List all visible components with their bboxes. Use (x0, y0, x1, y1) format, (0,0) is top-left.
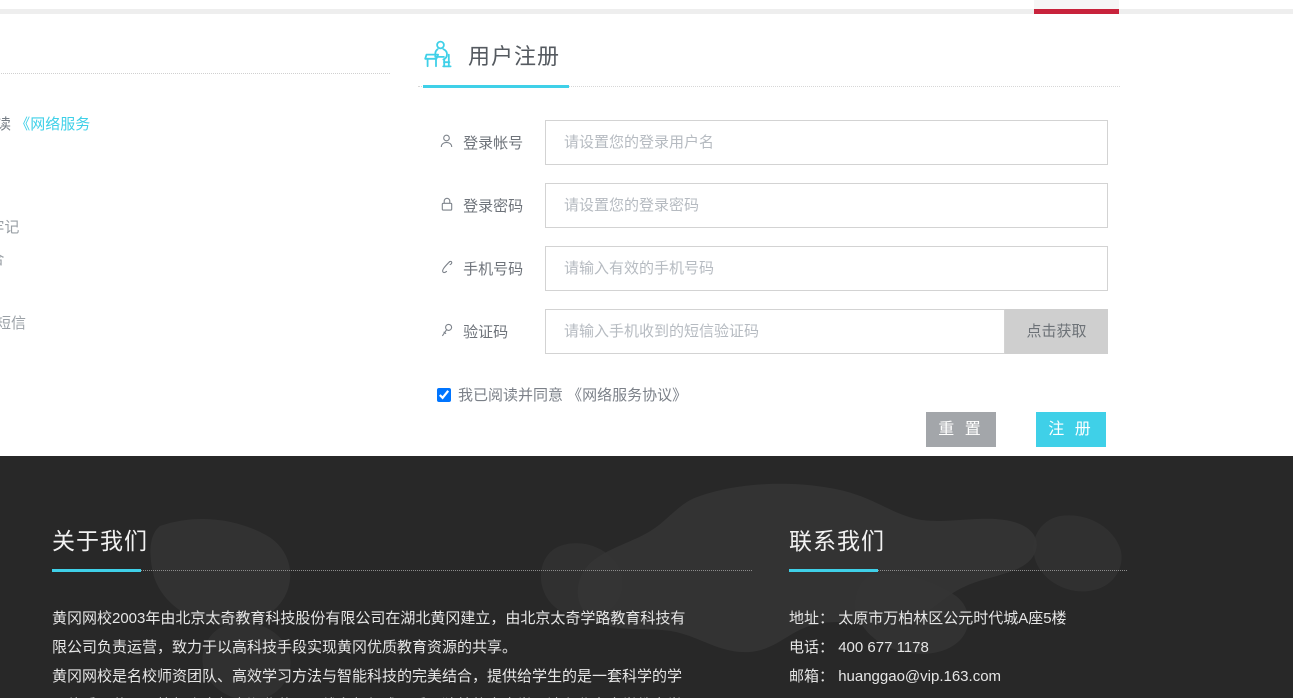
label-account-text: 登录帐号 (463, 135, 523, 152)
footer-about-title: 关于我们 (52, 522, 148, 556)
agreement-label[interactable]: 我已阅读并同意 《网络服务协议》 (458, 384, 687, 405)
instruction-password-note: 录密码，6 - 20位英文字母或数字组合 (0, 249, 4, 271)
label-password-text: 登录密码 (463, 198, 523, 215)
agreement-checkbox[interactable] (437, 388, 451, 402)
active-tab-block[interactable] (1034, 0, 1119, 9)
instructions-column: 按要求真实填写注册内容，并仔细阅读 《网络服务 识微课等授权栏目课程 ，6 - … (0, 14, 390, 456)
phone-input[interactable] (545, 246, 1108, 291)
footer-contact-title: 联系我们 (789, 522, 885, 556)
page-title: 用户注册 (468, 39, 560, 71)
label-account: 登录帐号 (438, 132, 523, 153)
form-row-account: 登录帐号 (418, 120, 1120, 168)
service-agreement-link[interactable]: 《网络服务 (15, 116, 90, 133)
instruction-sms-note: 您填写的手机发送一条含有验证码的短信 (0, 313, 26, 335)
footer-about-dotted-rule (141, 570, 752, 571)
form-row-code: 验证码 点击获取 (418, 309, 1120, 357)
get-code-button[interactable]: 点击获取 (1005, 309, 1108, 354)
footer-about-body: 黄冈网校2003年由北京太奇教育科技股份有限公司在湖北黄冈建立，由北京太奇学路教… (52, 604, 758, 698)
site-footer: 关于我们 黄冈网校2003年由北京太奇教育科技股份有限公司在湖北黄冈建立，由北京… (0, 456, 1293, 698)
user-desk-icon (423, 38, 459, 72)
title-accent-bar (423, 85, 569, 88)
phone-icon (438, 260, 455, 278)
form-actions: 重 置 注 册 (418, 412, 1120, 452)
password-input[interactable] (545, 183, 1108, 228)
label-password: 登录密码 (438, 195, 523, 216)
instructions-divider (0, 73, 390, 74)
register-button[interactable]: 注 册 (1036, 412, 1106, 447)
browser-tab-strip (0, 0, 1293, 14)
footer-about-line: 限公司负责运营，致力于以高科技手段实现黄冈优质教育资源的共享。 (52, 633, 758, 662)
label-code-text: 验证码 (463, 324, 508, 341)
contact-email: 邮箱： huanggao@vip.163.com (789, 662, 1067, 691)
instruction-intro-text: 按要求真实填写注册内容，并仔细阅读 (0, 116, 11, 133)
contact-address-label: 地址： (789, 610, 834, 627)
page-content: 按要求真实填写注册内容，并仔细阅读 《网络服务 识微课等授权栏目课程 ，6 - … (0, 14, 1293, 456)
contact-phone: 电话： 400 677 1178 (789, 633, 1067, 662)
footer-contact-body: 地址： 太原市万柏林区公元时代城A座5楼 电话： 400 677 1178 邮箱… (789, 604, 1067, 691)
account-input[interactable] (545, 120, 1108, 165)
instruction-username-note: ，6 - 20位英文字母或数字组合，请牢记 (0, 217, 19, 239)
lock-icon (438, 197, 455, 215)
contact-email-label: 邮箱： (789, 668, 834, 685)
contact-phone-label: 电话： (789, 639, 834, 656)
footer-contact-accent (789, 569, 878, 572)
label-code: 验证码 (438, 321, 508, 342)
contact-email-value[interactable]: huanggao@vip.163.com (838, 668, 1001, 685)
footer-about-line: 黄冈网校2003年由北京太奇教育科技股份有限公司在湖北黄冈建立，由北京太奇学路教… (52, 604, 758, 633)
register-card: 用户注册 登录帐号 (418, 14, 1123, 456)
contact-address: 地址： 太原市万柏林区公元时代城A座5楼 (789, 604, 1067, 633)
contact-address-value: 太原市万柏林区公元时代城A座5楼 (838, 610, 1066, 627)
form-row-phone: 手机号码 (418, 246, 1120, 294)
code-input[interactable] (545, 309, 1005, 354)
footer-contact-dotted-rule (878, 570, 1127, 571)
footer-about-accent (52, 569, 141, 572)
form-row-password: 登录密码 (418, 183, 1120, 231)
register-header: 用户注册 (418, 28, 1120, 87)
label-phone: 手机号码 (438, 258, 523, 279)
label-phone-text: 手机号码 (463, 261, 523, 278)
reset-button[interactable]: 重 置 (926, 412, 996, 447)
contact-phone-value: 400 677 1178 (838, 639, 929, 656)
person-icon (438, 134, 455, 152)
footer-about-line: 黄冈网校是名校师资团队、高效学习方法与智能科技的完美结合，提供给学生的是一套科学… (52, 662, 758, 691)
footer-about-line: 习体系。黄冈网校师资全部由湖北黄冈一线名师组成，采用独特的太奇学习法和北京大学教… (52, 691, 758, 698)
agreement-row: 我已阅读并同意 《网络服务协议》 (418, 384, 1120, 408)
instruction-intro: 按要求真实填写注册内容，并仔细阅读 《网络服务 (0, 114, 90, 136)
key-icon (438, 323, 455, 341)
